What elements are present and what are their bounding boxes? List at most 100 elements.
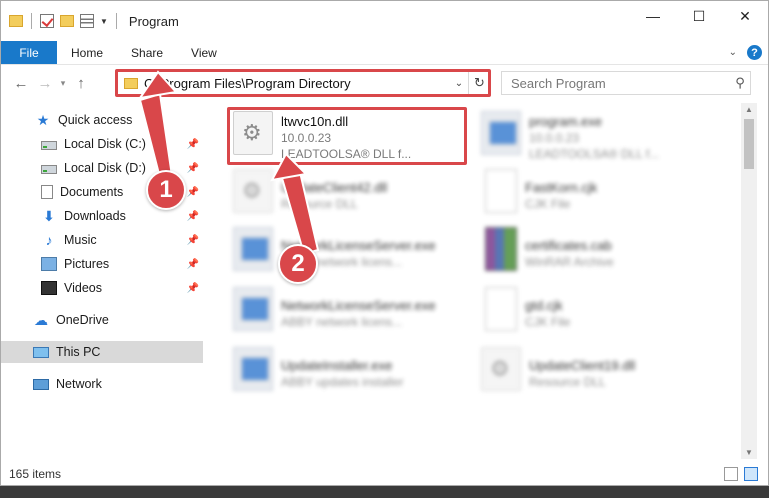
scroll-up-icon[interactable]: ▲ — [741, 105, 757, 114]
details-view-icon[interactable] — [724, 467, 738, 481]
file-description: ABBY updates installer — [281, 374, 404, 389]
pictures-icon — [41, 257, 57, 271]
sidebar-item-network[interactable]: Network — [1, 373, 203, 395]
file-item[interactable]: NetworkLicenseServer.exe ABBY network li… — [233, 227, 465, 279]
sidebar-item-videos[interactable]: Videos 📌 — [1, 277, 203, 299]
tab-file[interactable]: File — [1, 41, 57, 64]
sidebar-item-pictures[interactable]: Pictures 📌 — [1, 253, 203, 275]
sidebar-item-label: Videos — [64, 281, 102, 295]
sidebar-item-label: Network — [56, 377, 102, 391]
search-input[interactable]: Search Program — [511, 76, 730, 91]
pin-icon[interactable]: 📌 — [187, 211, 199, 222]
help-icon[interactable]: ? — [747, 45, 762, 60]
ribbon-tabs: File Home Share View ⌄ ? — [1, 41, 768, 65]
music-icon: ♪ — [45, 232, 53, 248]
downloads-icon: ⬇ — [43, 208, 55, 224]
file-name: program.exe — [529, 113, 602, 129]
folder-icon — [9, 15, 23, 27]
file-name: gtd.cjk — [525, 297, 563, 313]
sidebar-item-label: This PC — [56, 345, 101, 359]
file-name: FastKorn.cjk — [525, 179, 598, 195]
item-count: 165 items — [9, 467, 62, 481]
dll-file-icon — [233, 169, 273, 213]
navigation-bar: ← → ▾ ↑ C:\Program Files\Program Directo… — [1, 67, 768, 99]
search-icon[interactable]: ⚲ — [730, 75, 750, 91]
pin-icon[interactable]: 📌 — [187, 235, 199, 246]
file-item[interactable]: gtd.cjk CJK File — [481, 287, 713, 339]
tab-share[interactable]: Share — [117, 41, 177, 64]
file-highlight-box — [227, 107, 467, 165]
exe-file-icon — [233, 347, 273, 391]
recent-locations-chevron-icon[interactable]: ▾ — [57, 78, 69, 89]
sidebar-item-label: Music — [64, 233, 97, 247]
expand-ribbon-chevron-icon[interactable]: ⌄ — [729, 47, 737, 58]
network-icon — [33, 378, 49, 390]
toolbar-divider — [115, 13, 117, 29]
file-item[interactable]: NetworkLicenseServer.exe ABBY network li… — [233, 287, 465, 339]
file-item[interactable]: UpdateClient42.dll Resource DLL — [233, 169, 465, 221]
window-title: Program — [128, 13, 179, 29]
sidebar-item-label: OneDrive — [56, 313, 109, 327]
properties-icon[interactable] — [80, 14, 94, 28]
up-arrow-icon[interactable]: ↑ — [69, 75, 93, 92]
file-type: Resource DLL — [281, 196, 358, 211]
rar-file-icon — [485, 227, 517, 271]
cjk-file-icon — [485, 287, 517, 331]
quick-access-toolbar: ▼ — [9, 13, 119, 29]
scroll-down-icon[interactable]: ▼ — [741, 448, 757, 457]
large-icons-view-icon[interactable] — [744, 467, 758, 481]
ribbon-right-controls: ⌄ ? — [729, 45, 762, 60]
address-highlight-box — [115, 69, 491, 97]
exe-file-icon — [481, 111, 521, 155]
vertical-scrollbar[interactable]: ▲ ▼ — [741, 103, 757, 459]
back-arrow-icon[interactable]: ← — [9, 75, 33, 92]
file-type: Resource DLL — [529, 374, 606, 389]
videos-icon — [41, 281, 57, 295]
file-name: UpdateClient19.dll — [529, 357, 636, 373]
customize-toolbar-chevron-icon[interactable]: ▼ — [100, 17, 108, 26]
window-controls: — ☐ ✕ — [630, 1, 768, 31]
search-box[interactable]: Search Program ⚲ — [501, 71, 751, 95]
sidebar-item-local-disk-c[interactable]: Local Disk (C:) 📌 — [1, 133, 203, 155]
toolbar-divider — [31, 13, 32, 29]
file-item[interactable]: program.exe 10.0.0.23 LEADTOOLSA® DLL f.… — [481, 111, 713, 163]
file-name: NetworkLicenseServer.exe — [281, 297, 436, 313]
close-button[interactable]: ✕ — [722, 1, 768, 31]
explorer-window: ▼ Program — ☐ ✕ File Home Share View ⌄ ?… — [0, 0, 769, 486]
dll-file-icon — [481, 347, 521, 391]
step-two-badge: 2 — [278, 244, 318, 284]
pin-icon[interactable]: 📌 — [187, 259, 199, 270]
navigation-pane: ★ Quick access Local Disk (C:) 📌 Local D… — [1, 103, 207, 459]
cloud-icon: ☁ — [34, 312, 48, 328]
file-item[interactable]: UpdateClient19.dll Resource DLL — [481, 347, 713, 399]
sidebar-item-onedrive[interactable]: ☁ OneDrive — [1, 309, 203, 331]
computer-icon — [33, 346, 49, 358]
file-type: CJK File — [525, 314, 571, 329]
pin-icon[interactable]: 📌 — [187, 163, 199, 174]
sidebar-item-this-pc[interactable]: This PC — [1, 341, 203, 363]
forward-arrow-icon[interactable]: → — [33, 75, 57, 92]
file-item[interactable]: UpdateInstaller.exe ABBY updates install… — [233, 347, 465, 399]
new-folder-icon[interactable] — [60, 15, 74, 27]
file-type: WinRAR Archive — [525, 254, 614, 269]
maximize-button[interactable]: ☐ — [676, 1, 722, 31]
properties-check-icon[interactable] — [40, 14, 54, 28]
minimize-button[interactable]: — — [630, 1, 676, 31]
tab-home[interactable]: Home — [57, 41, 117, 64]
exe-file-icon — [233, 227, 273, 271]
scroll-thumb[interactable] — [744, 119, 754, 169]
pin-icon[interactable]: 📌 — [187, 283, 199, 294]
pin-icon[interactable]: 📌 — [187, 139, 199, 150]
file-name: UpdateInstaller.exe — [281, 357, 393, 373]
tab-view[interactable]: View — [177, 41, 231, 64]
file-item[interactable]: FastKorn.cjk CJK File — [481, 169, 713, 221]
file-name: UpdateClient42.dll — [281, 179, 388, 195]
sidebar-item-label: Documents — [60, 185, 124, 199]
status-bar: 165 items — [1, 463, 768, 485]
file-name: certificates.cab — [525, 237, 612, 253]
file-item[interactable]: certificates.cab WinRAR Archive — [481, 227, 713, 279]
sidebar-item-label: Downloads — [64, 209, 126, 223]
sidebar-item-music[interactable]: ♪ Music 📌 — [1, 229, 203, 251]
pin-icon[interactable]: 📌 — [187, 187, 199, 198]
sidebar-item-quick-access[interactable]: ★ Quick access — [1, 109, 203, 131]
